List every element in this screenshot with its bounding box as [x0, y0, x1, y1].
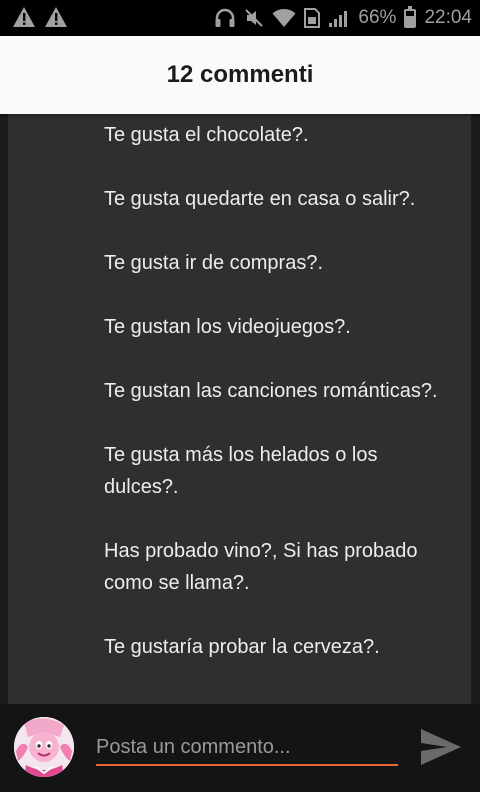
page-title: 12 commenti: [166, 61, 314, 88]
wifi-icon: [272, 9, 296, 27]
warning-icon: [13, 7, 35, 27]
send-button[interactable]: [416, 724, 466, 770]
comment-line: Te gustan los videojuegos?.: [104, 316, 351, 338]
comment-line: Te gusta ir de compras?.: [104, 252, 323, 274]
status-time: 22:04: [424, 7, 472, 28]
signal-icon: [329, 11, 348, 27]
headphones-icon: [215, 8, 235, 27]
comment-line: Te gusta más los helados o los dulces?.: [104, 444, 378, 498]
comment-text: Te gusta el chocolate?. Te gusta quedart…: [104, 119, 454, 695]
comment-composer: [0, 704, 480, 792]
comment-line: Te gusta quedarte en casa o salir?.: [104, 188, 416, 210]
send-icon: [421, 729, 461, 765]
comment-line: Has probado vino?, Si has probado como s…: [104, 540, 418, 594]
battery-icon: [404, 5, 417, 28]
header: 12 commenti: [0, 36, 480, 114]
comment-line: Te gusta el chocolate?.: [104, 124, 309, 146]
warning-icon: [45, 7, 67, 27]
battery-percent: 66%: [358, 7, 397, 28]
comment-line: Te gustan las canciones románticas?.: [104, 380, 438, 402]
comment-card[interactable]: Te gusta el chocolate?. Te gusta quedart…: [8, 114, 471, 704]
sim-icon: [304, 8, 321, 28]
content-area[interactable]: Te gusta el chocolate?. Te gusta quedart…: [0, 114, 480, 704]
avatar[interactable]: [14, 717, 74, 777]
comment-line: Te gustaría probar la cerveza?.: [104, 636, 380, 658]
status-indicators: 66% 22:04: [214, 0, 472, 36]
status-bar: 66% 22:04: [0, 0, 480, 36]
avatar-image: [14, 717, 74, 777]
comment-input[interactable]: [96, 730, 398, 766]
status-notifications: [12, 6, 68, 28]
mute-icon: [245, 9, 264, 27]
